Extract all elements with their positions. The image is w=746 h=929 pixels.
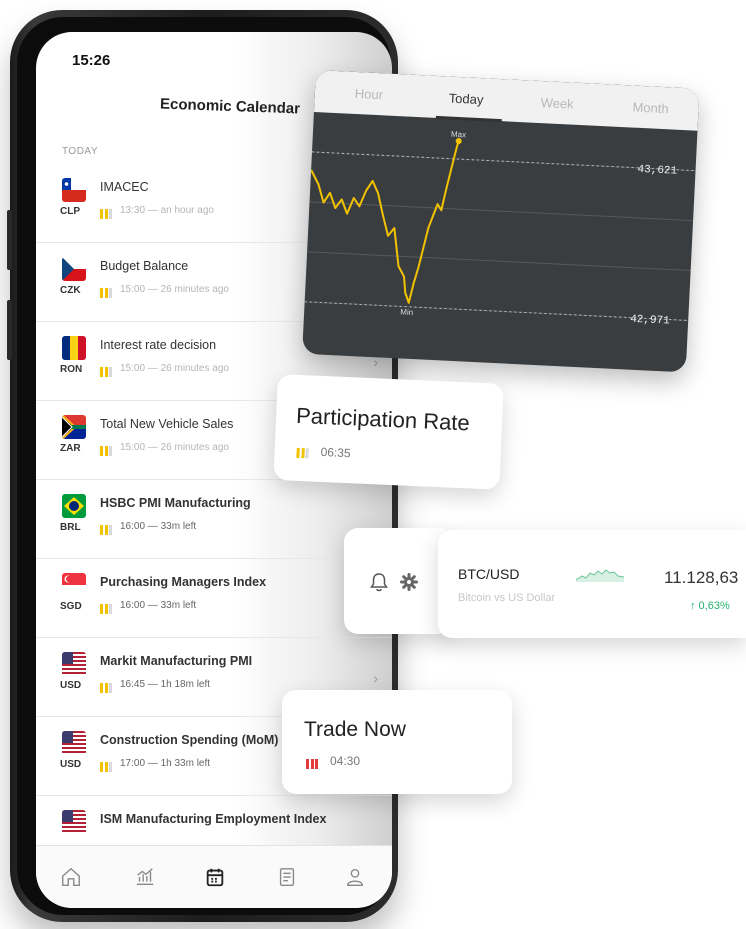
volume-button [7,300,12,360]
ticker-price: 11.128,63 [664,568,739,587]
tab-hour[interactable]: Hour [355,86,384,102]
importance-bars [100,285,114,298]
card-time: 04:30 [330,754,361,768]
chevron-right-icon: › [373,670,378,686]
volume-button [7,210,12,270]
event-name: Budget Balance [100,259,189,273]
usa-flag-icon [62,652,86,676]
ticker-card[interactable]: BTC/USD Bitcoin vs US Dollar 11.128,63 ↑… [438,530,746,638]
card-time: 06:35 [320,444,351,461]
importance-bars [100,601,114,614]
bell-icon[interactable] [370,572,388,592]
chile-flag-icon [62,178,86,202]
status-time: 15:26 [72,52,111,69]
trade-now-card[interactable]: Trade Now 04:30 [282,690,512,794]
card-title: Trade Now [304,718,406,741]
currency-code: ZAR [60,443,81,454]
usa-flag-icon [62,731,86,755]
page-title: Economic Calendar [159,95,301,118]
brazil-flag-icon [62,494,86,518]
currency-code: BRL [60,522,81,533]
min-label: Min [400,307,413,317]
event-time: 16:00 — 33m left [120,521,197,532]
event-time: 15:00 — 26 minutes ago [120,363,229,374]
event-name: Construction Spending (MoM) [100,733,279,747]
south-africa-flag-icon [62,415,86,439]
alert-settings-card [344,528,452,634]
home-icon[interactable] [60,866,82,888]
importance-bars [100,364,114,377]
news-icon[interactable] [276,866,298,888]
event-time: 17:00 — 1h 33m left [120,758,211,769]
chart-icon[interactable] [134,866,156,888]
event-name: ISM Manufacturing Employment Index [100,812,327,826]
price-chart: Max Min 43,621 42,971 [304,130,696,328]
list-item[interactable]: HSBC PMI Manufacturing BRL 16:00 — 33m lef… [36,480,392,559]
usa-flag-icon [62,810,86,834]
importance-bars [100,522,114,535]
czech-flag-icon [62,257,86,281]
price-line [310,140,460,304]
currency-code: RON [60,364,83,375]
profile-icon[interactable] [344,866,366,888]
event-name: Total New Vehicle Sales [100,417,234,431]
tab-month[interactable]: Month [632,100,669,117]
ticker-change: ↑ 0,63% [690,600,730,612]
event-time: 16:00 — 33m left [120,600,197,611]
importance-bars [100,443,114,456]
calendar-icon[interactable] [204,866,226,888]
importance-bars [100,759,114,772]
max-label: Max [451,130,467,140]
importance-bars [100,680,114,693]
singapore-flag-icon [62,573,86,597]
event-name: Markit Manufacturing PMI [100,654,253,668]
currency-code: CZK [60,285,81,296]
tab-today[interactable]: Today [448,91,483,108]
lower-price-label: 42,971 [630,314,671,328]
upper-price-label: 43,621 [637,164,678,178]
event-name: Purchasing Managers Index [100,575,267,589]
currency-code: SGD [60,601,82,612]
importance-bars [296,445,310,459]
ticker-pair: BTC/USD [458,566,520,582]
importance-bars [100,206,114,219]
event-time: 15:00 — 26 minutes ago [120,442,229,453]
tab-week[interactable]: Week [540,95,574,112]
currency-code: CLP [60,206,80,217]
event-time: 13:30 — an hour ago [120,205,214,216]
currency-code: USD [60,680,82,691]
card-title: Participation Rate [295,402,471,436]
sparkline [576,569,624,582]
currency-code: USD [60,759,82,770]
bottom-tab-bar [36,845,392,908]
event-name: Interest rate decision [100,338,217,352]
event-time: 16:45 — 1h 18m left [120,679,211,690]
list-item[interactable]: Purchasing Managers Index SGD 16:00 — 33m … [36,559,392,638]
price-chart-card: Hour Today Week Month Max Min 43,621 42,… [302,70,700,373]
romania-flag-icon [62,336,86,360]
ticker-description: Bitcoin vs US Dollar [458,592,556,604]
section-label: TODAY [62,146,99,157]
participation-rate-card[interactable]: Participation Rate 06:35 [273,374,504,490]
gear-icon[interactable] [400,573,418,591]
event-name: HSBC PMI Manufacturing [100,496,251,510]
event-time: 15:00 — 26 minutes ago [120,284,229,295]
event-name: IMACEC [100,180,149,194]
importance-bars [306,756,320,769]
